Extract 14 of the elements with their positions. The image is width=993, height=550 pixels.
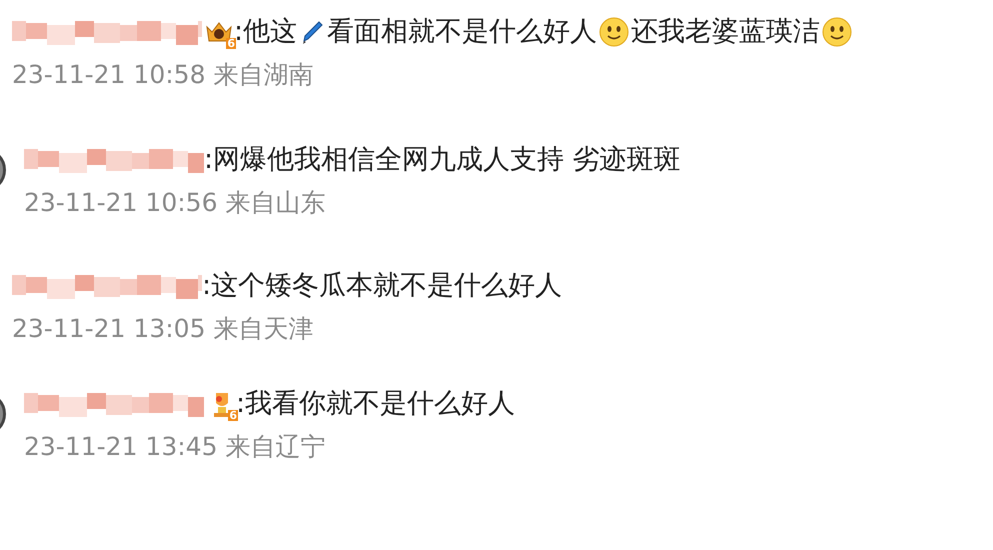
comment-text: :他这 (234, 15, 298, 47)
comment-text: :这个矮冬瓜本就不是什么好人 (202, 269, 562, 303)
comment-text: :网爆他我相信全网九成人支持 劣迹斑斑 (204, 143, 681, 177)
comment-meta: 23-11-21 10:56 来自山东 (24, 188, 326, 218)
smile-icon (822, 17, 852, 47)
comment-text: 还我老婆蓝瑛洁 (631, 15, 820, 49)
comment-text: 看面相就不是什么好人 (327, 15, 598, 49)
comment-meta: 23-11-21 13:45 来自辽宁 (24, 432, 326, 462)
smile-icon (599, 17, 630, 47)
comment-meta: 23-11-21 10:58 来自湖南 (12, 60, 314, 90)
comment-meta: 23-11-21 13:05 来自天津 (12, 314, 314, 344)
comment-text: :我看你就不是什么好人 (236, 387, 516, 419)
badge-level: 6 (228, 410, 238, 421)
badge-level: 6 (226, 38, 236, 49)
